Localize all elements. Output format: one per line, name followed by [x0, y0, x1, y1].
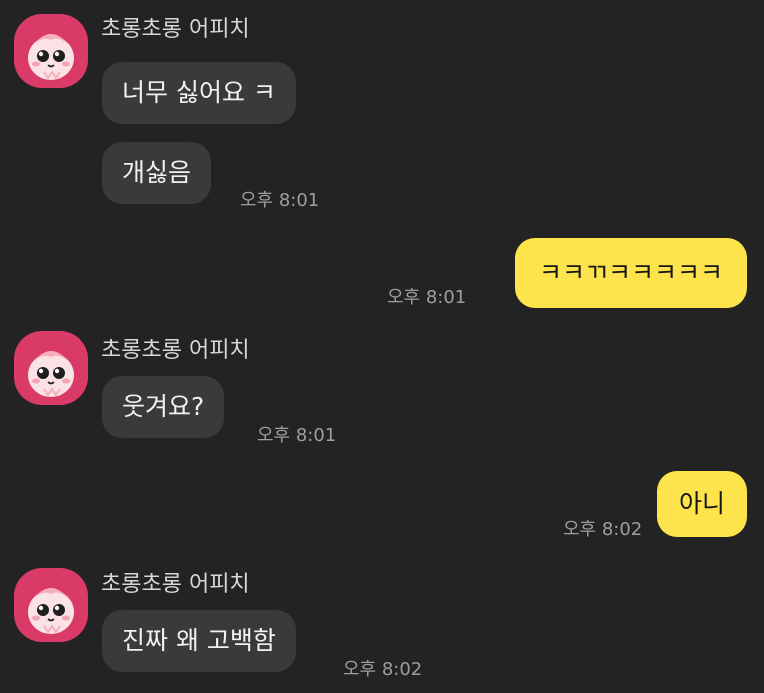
message-timestamp: 오후 8:02: [563, 519, 643, 540]
message-bubble[interactable]: 진짜 왜 고백함: [102, 610, 296, 672]
sender-name: 초롱초롱 어피치: [101, 17, 250, 42]
sender-name: 초롱초롱 어피치: [101, 572, 250, 597]
avatar[interactable]: [14, 14, 88, 88]
message-timestamp: 오후 8:01: [257, 425, 337, 446]
message-bubble-mine[interactable]: 아니: [656, 471, 747, 537]
message-bubble[interactable]: 너무 싫어요 ㅋ: [102, 62, 296, 124]
message-bubble[interactable]: 개싫음: [102, 142, 212, 204]
chat-room: 초롱초롱 어피치 너무 싫어요 ㅋ 개싫음 오후 8:01 ㅋㅋㄲㅋㅋㅋㅋㅋ 오…: [0, 0, 764, 693]
message-timestamp: 오후 8:02: [343, 659, 423, 680]
message-bubble[interactable]: 웃겨요?: [102, 376, 225, 438]
apeach-character-icon: [28, 34, 74, 80]
apeach-character-icon: [28, 351, 74, 397]
message-bubble-mine[interactable]: ㅋㅋㄲㅋㅋㅋㅋㅋ: [514, 238, 747, 308]
avatar[interactable]: [14, 331, 88, 405]
message-timestamp: 오후 8:01: [387, 287, 467, 308]
avatar[interactable]: [14, 568, 88, 642]
apeach-character-icon: [28, 588, 74, 634]
sender-name: 초롱초롱 어피치: [101, 338, 250, 363]
message-timestamp: 오후 8:01: [240, 190, 320, 211]
